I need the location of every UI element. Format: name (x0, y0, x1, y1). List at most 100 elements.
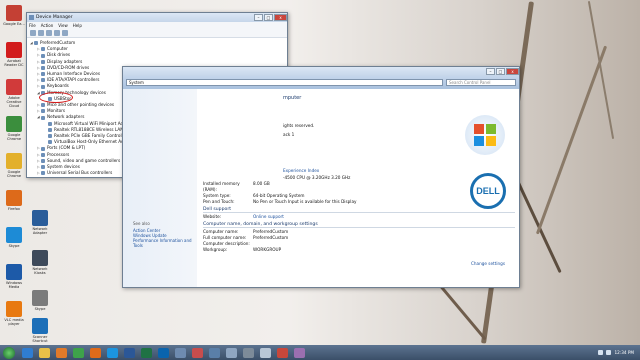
app-icon (6, 5, 22, 21)
system-window[interactable]: – □ x System Search Control Panel See al… (122, 66, 520, 288)
device-icon (48, 127, 52, 132)
desktop-icon-label: Google Chrome (6, 133, 22, 141)
search-box[interactable]: Search Control Panel (446, 79, 516, 86)
dell-support-heading: Dell support (203, 207, 515, 213)
close-button[interactable]: x (274, 14, 287, 21)
desktop-icon[interactable]: Acrobat Reader DC (2, 42, 26, 67)
clock[interactable]: 12:34 PM (614, 350, 634, 355)
device-icon (41, 65, 45, 70)
forward-icon[interactable] (38, 30, 44, 36)
app-icon (32, 210, 48, 226)
desktop-icon-label: Windows Media (5, 281, 23, 289)
info-value[interactable]: Online support (253, 214, 284, 220)
volume-icon[interactable] (606, 350, 612, 355)
experience-index-link[interactable]: Experience Index (283, 168, 515, 173)
calc-taskbar-icon[interactable] (243, 347, 254, 358)
device-icon (41, 53, 45, 58)
ie-taskbar-icon[interactable] (22, 347, 33, 358)
system-heading: mputer (283, 95, 302, 101)
title-bar[interactable]: Device Manager – □ x (27, 13, 287, 22)
menu-action[interactable]: Action (41, 23, 54, 28)
chrome-taskbar-icon[interactable] (73, 347, 84, 358)
info-key: Installed memory (RAM): (203, 181, 240, 192)
info-key: Workgroup: (203, 247, 228, 252)
network-taskbar-icon[interactable] (226, 347, 237, 358)
device-icon (48, 134, 52, 139)
address-bar-row: System Search Control Panel (123, 76, 519, 89)
start-button[interactable] (3, 346, 15, 359)
app-icon (32, 250, 48, 266)
app-icon (6, 301, 22, 317)
app-icon (6, 42, 22, 58)
desktop-icon[interactable]: Skype (2, 227, 26, 248)
desktop-icon[interactable]: Adobe Creative Cloud (2, 79, 26, 108)
info-row: Pen and Touch: No Pen or Touch Input is a… (203, 199, 515, 205)
device-icon (41, 47, 45, 52)
firefox-taskbar-icon[interactable] (90, 347, 101, 358)
change-settings-link[interactable]: Change settings (471, 261, 505, 266)
desktop-icon[interactable]: Windows Media (2, 264, 26, 289)
desktop-icon[interactable]: Skype (28, 290, 52, 311)
menu-file[interactable]: File (29, 23, 36, 28)
system-close-button[interactable]: x (506, 68, 519, 75)
menu-help[interactable]: Help (73, 23, 82, 28)
explorer-taskbar-icon[interactable] (39, 347, 50, 358)
word-taskbar-icon[interactable] (124, 347, 135, 358)
computer-name-heading: Computer name, domain, and workgroup set… (203, 222, 515, 228)
desktop-icon[interactable]: Network Adapter (28, 210, 52, 235)
desktop-icon[interactable]: Google Ea... (2, 5, 26, 26)
desktop-icon[interactable]: Firefox (2, 190, 26, 211)
maximize-button[interactable]: □ (264, 14, 273, 21)
system-maximize-button[interactable]: □ (496, 68, 505, 75)
desktop-icon[interactable]: Network Kiosks (28, 250, 52, 275)
help-icon[interactable] (54, 30, 60, 36)
desktop-icon[interactable]: Scanner Shortcut (28, 318, 52, 343)
minimize-button[interactable]: – (254, 14, 263, 21)
snip-taskbar-icon[interactable] (277, 347, 288, 358)
menu-view[interactable]: View (58, 23, 68, 28)
network-icon[interactable] (598, 350, 604, 355)
device-manager-taskbar-icon[interactable] (209, 347, 220, 358)
address-bar[interactable]: System (126, 79, 443, 86)
desktop-icon[interactable]: Google Chrome (2, 153, 26, 178)
outlook-taskbar-icon[interactable] (158, 347, 169, 358)
media-taskbar-icon[interactable] (56, 347, 67, 358)
properties-icon[interactable] (46, 30, 52, 36)
device-icon (34, 41, 38, 46)
skype-taskbar-icon[interactable] (107, 347, 118, 358)
notepad-taskbar-icon[interactable] (260, 347, 271, 358)
desktop-icon-label: Skype (34, 307, 46, 311)
desktop-icon-label: Google Ea... (3, 22, 25, 26)
desktop-icon-label: Scanner Shortcut (32, 335, 48, 343)
app-icon (6, 79, 22, 95)
excel-taskbar-icon[interactable] (141, 347, 152, 358)
back-icon[interactable] (30, 30, 36, 36)
scan-hardware-icon[interactable] (62, 30, 68, 36)
see-also-label: See also (133, 221, 150, 226)
app-icon (32, 290, 48, 306)
device-icon (41, 158, 45, 163)
tree-branch (587, 0, 615, 140)
device-icon (41, 115, 45, 120)
misc-taskbar-icon[interactable] (294, 347, 305, 358)
desktop-icon-label: Network Kiosks (32, 267, 48, 275)
device-icon (41, 152, 45, 157)
device-icon (41, 84, 45, 89)
system-title-bar[interactable]: – □ x (123, 67, 519, 76)
system-minimize-button[interactable]: – (486, 68, 495, 75)
device-icon (41, 59, 45, 64)
desktop-icon-label: VLC media player (4, 318, 24, 326)
desktop-icon-label: Adobe Creative Cloud (6, 96, 22, 108)
device-icon (48, 140, 52, 145)
app-icon (6, 153, 22, 169)
desktop-icon[interactable]: Google Chrome (2, 116, 26, 141)
windows-logo (465, 115, 505, 155)
desktop-icon[interactable]: VLC media player (2, 301, 26, 326)
paint-taskbar-icon[interactable] (192, 347, 203, 358)
app-icon (32, 318, 48, 334)
control-taskbar-icon[interactable] (175, 347, 186, 358)
app-icon (6, 190, 22, 206)
performance-link[interactable]: Performance Information and Tools (123, 238, 197, 248)
window-title: Device Manager (36, 15, 73, 20)
computer-rows: Computer name: PreferredCustom Full comput… (203, 229, 515, 253)
